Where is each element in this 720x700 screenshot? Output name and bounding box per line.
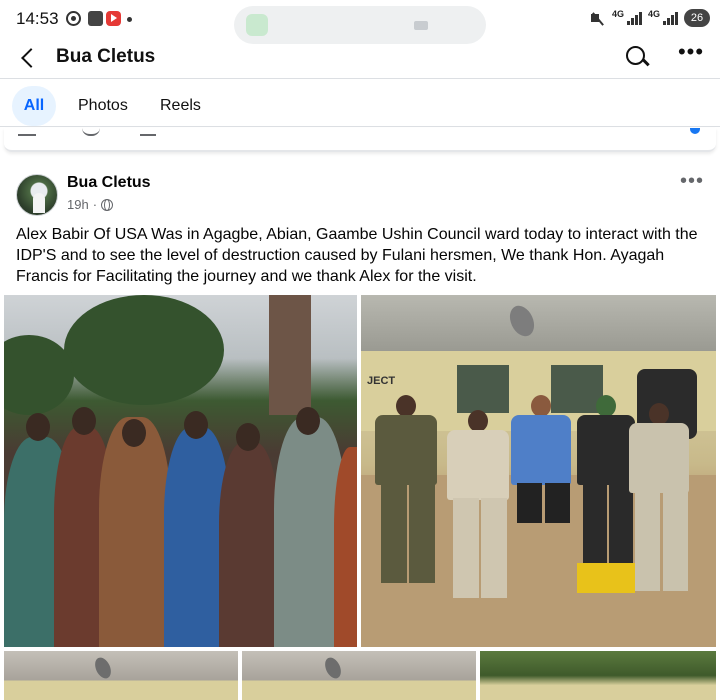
head-shape [649,403,669,425]
signal-icon [663,11,678,25]
post-photo-group[interactable]: JECT [361,295,716,647]
satellite-dish-shape [322,655,344,681]
leg-shape [663,491,689,591]
signal-icon [626,11,642,25]
post-more-button[interactable]: ••• [680,171,704,191]
notification-dot-icon [127,17,132,22]
post-photo-crowd[interactable] [4,295,357,647]
mute-icon [590,11,606,25]
leg-shape [545,483,571,523]
window-shape [457,365,509,413]
page-title: Bua Cletus [56,46,156,67]
head-shape [468,410,488,432]
app-header: Bua Cletus ••• [0,38,720,78]
leg-shape [635,491,661,591]
tab-reels[interactable]: Reels [160,86,201,126]
status-time: 14:53 [16,9,59,28]
building-sign: JECT [367,375,396,387]
tab-all[interactable]: All [12,86,56,126]
person-shape [99,417,171,647]
satellite-dish-shape [92,655,114,681]
person-guard [629,403,689,595]
youtube-icon [106,11,121,26]
head-shape [531,395,551,417]
person-shape [219,442,279,647]
avatar[interactable] [16,174,58,216]
whatsapp-icon [246,14,268,36]
search-button[interactable] [624,44,650,70]
status-bar: 14:53 4G 4G 26 [0,0,720,44]
person-soldier [375,395,437,595]
head-shape [26,413,50,441]
head-shape [296,407,320,435]
post-author[interactable]: Bua Cletus [67,174,151,192]
tree-shape [64,295,224,405]
network-type-1: 4G [611,9,624,19]
back-button[interactable] [14,44,42,72]
body-shape [577,415,635,485]
person-police [577,395,635,595]
reaction-icon [690,128,700,134]
meta-separator: · [92,197,98,212]
tab-photos[interactable]: Photos [78,86,128,126]
post-meta: 19h · [67,197,114,212]
body-shape [511,415,571,485]
status-indicators: 4G 4G 26 [590,9,710,27]
head-shape [72,407,96,435]
body-shape [375,415,437,485]
camera-icon [414,21,428,30]
share-icon[interactable] [140,128,156,136]
whatsapp-icon [66,11,81,26]
head-shape [236,423,260,451]
network-type-2: 4G [647,9,660,19]
header-divider [0,78,720,79]
more-options-button[interactable]: ••• [676,41,706,66]
tree-trunk-shape [269,295,311,415]
leg-shape [409,483,436,583]
boots-shape [577,563,635,593]
comment-icon[interactable] [82,128,100,136]
head-shape [122,419,146,447]
globe-icon [101,198,114,211]
previous-post-footer [4,128,716,152]
roof-shape [361,295,716,351]
battery-icon: 26 [684,9,710,27]
person-white-suit [447,410,509,598]
head-shape [396,395,416,417]
person-shape [334,447,357,647]
post-card: Bua Cletus 19h · ••• Alex Babir Of USA W… [4,160,716,700]
tabs-divider [0,126,720,127]
leg-shape [381,483,408,583]
leg-shape [517,483,543,523]
leg-shape [453,498,480,598]
profile-tabs: All Photos Reels [0,86,720,126]
like-icon[interactable] [18,128,36,136]
post-photo-thumbnail[interactable] [242,651,476,700]
post-photo-thumbnail[interactable] [480,651,716,700]
body-shape [629,423,689,493]
post-photo-thumbnail[interactable] [4,651,238,700]
post-text: Alex Babir Of USA Was in Agagbe, Abian, … [16,226,698,285]
helmet-shape [596,395,616,417]
document-icon [88,11,103,26]
person-blue-tank [511,395,571,585]
body-shape [447,430,509,500]
leg-shape [481,498,508,598]
head-shape [184,411,208,439]
post-time[interactable]: 19h [67,197,89,212]
